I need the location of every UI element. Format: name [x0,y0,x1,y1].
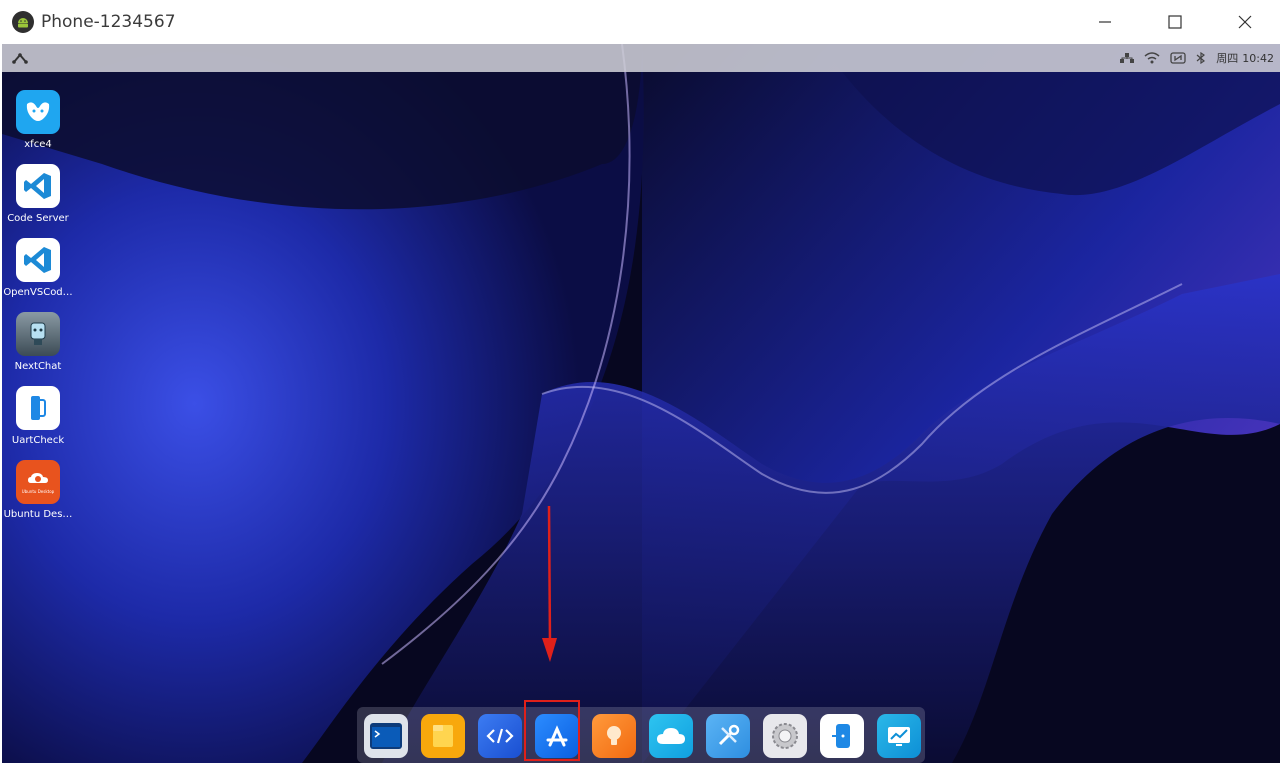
desktop-icon-label: Code Server [7,213,69,224]
annotation-arrow [542,506,557,662]
dock-settings[interactable] [763,714,807,758]
android-icon [12,11,34,33]
dock-cloud[interactable] [649,714,693,758]
vscode-icon [16,164,60,208]
ubuntu-desktop-icon: Ubuntu Desktop [16,460,60,504]
lightbulb-icon [607,726,621,745]
close-button[interactable] [1210,0,1280,44]
settings-gear-icon [772,723,798,749]
desktop-icon-label: OpenVSCod… [3,287,73,298]
dock-bar [357,707,925,763]
dock-code-editor[interactable] [478,714,522,758]
desktop-icon-uartcheck[interactable]: UartCheck [2,386,74,460]
emulator-window: Phone-1234567 周四 10:42 xfce4 Code Server… [0,0,1282,765]
window-title: Phone-1234567 [41,12,176,32]
dock-tools[interactable] [706,714,750,758]
maximize-icon [1168,15,1182,29]
maximize-button[interactable] [1140,0,1210,44]
desktop-icon-label: Ubuntu Des… [3,509,73,520]
desktop-icon-label: UartCheck [11,435,65,446]
desktop-icon-label: xfce4 [24,139,52,150]
code-icon [486,728,514,744]
tools-icon [718,724,740,746]
dock-system-monitor[interactable] [877,714,921,758]
dock-files[interactable] [421,714,465,758]
nextchat-icon [16,312,60,356]
launcher-icon[interactable] [12,52,28,64]
desktop-icon-ubuntu-desktop[interactable]: Ubuntu Desktop Ubuntu Des… [2,460,74,534]
close-icon [1238,15,1252,29]
minimize-button[interactable] [1070,0,1140,44]
xfce-mouse-icon [16,90,60,134]
ubuntu-desktop-logo-text: Ubuntu Desktop [21,488,55,494]
terminal-icon [370,723,402,749]
annotation-highlight-box [524,700,580,761]
desktop-icon-code-server[interactable]: Code Server [2,164,74,238]
monitor-chart-icon [888,727,910,746]
top-status-bar: 周四 10:42 [2,44,1280,72]
minimize-icon [1099,21,1111,23]
phone-tool-icon [832,724,850,748]
title-bar: Phone-1234567 [0,0,1282,44]
desktop-icon-xfce4[interactable]: xfce4 [2,90,74,164]
desktop-icon-label: NextChat [14,361,62,372]
status-day: 周四 [1216,52,1239,65]
desktop-icon-nextchat[interactable]: NextChat [2,312,74,386]
desktop-icon-column: xfce4 Code Server OpenVSCod… NextChat Ua… [2,90,74,534]
desktop-icon-openvscode[interactable]: OpenVSCod… [2,238,74,312]
wifi-icon[interactable] [1144,52,1160,64]
vscode-icon [16,238,60,282]
dock-terminal[interactable] [364,714,408,758]
folder-icon [433,725,453,747]
network-icon[interactable] [1120,52,1135,64]
cloud-icon [657,728,685,744]
dock-tips[interactable] [592,714,636,758]
desktop-wallpaper [2,44,1280,763]
status-time: 10:42 [1242,51,1274,65]
device-screen: 周四 10:42 xfce4 Code Server OpenVSCod… Ne… [2,44,1280,763]
uartcheck-icon [16,386,60,430]
bluetooth-icon[interactable] [1196,52,1206,64]
nfc-icon[interactable] [1170,52,1186,64]
dock-phone-tool[interactable] [820,714,864,758]
